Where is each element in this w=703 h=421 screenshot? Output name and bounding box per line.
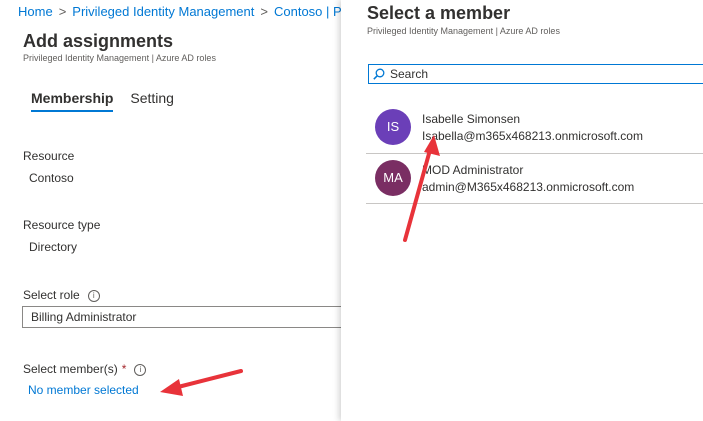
resource-type-value: Directory: [29, 240, 78, 254]
resource-type-label: Resource type: [23, 218, 101, 232]
resource-label: Resource: [23, 149, 75, 163]
select-member-panel: Select a member Privileged Identity Mana…: [341, 0, 703, 421]
member-email: Isabella@m365x468213.onmicrosoft.com: [422, 129, 643, 143]
chevron-right-icon: >: [260, 4, 268, 19]
breadcrumb-home[interactable]: Home: [18, 4, 53, 19]
no-member-selected-link[interactable]: No member selected: [28, 383, 139, 397]
member-row[interactable]: MA MOD Administrator admin@M365x468213.o…: [366, 154, 703, 204]
search-box[interactable]: [368, 64, 703, 84]
select-members-label: Select member(s): [23, 362, 118, 376]
breadcrumb-pim[interactable]: Privileged Identity Management: [72, 4, 254, 19]
tab-membership[interactable]: Membership: [31, 90, 114, 112]
select-members-label-row: Select member(s) * i: [23, 362, 147, 376]
select-role-label: Select role: [23, 288, 80, 302]
select-role-value: Billing Administrator: [31, 310, 137, 324]
panel-title: Select a member: [367, 3, 511, 23]
avatar: MA: [375, 160, 411, 196]
required-marker: *: [121, 362, 127, 376]
member-name: Isabelle Simonsen: [422, 112, 521, 126]
resource-value: Contoso: [29, 171, 74, 185]
info-icon[interactable]: i: [134, 364, 147, 376]
page-subtitle: Privileged Identity Management | Azure A…: [23, 53, 216, 63]
tab-bar: Membership Setting: [31, 90, 187, 112]
member-name: MOD Administrator: [422, 163, 524, 177]
breadcrumb: Home > Privileged Identity Management > Cont…: [18, 4, 342, 19]
tab-setting[interactable]: Setting: [130, 90, 174, 110]
breadcrumb-contoso[interactable]: Contoso | P: [274, 4, 342, 19]
page-title: Add assignments: [23, 31, 174, 51]
select-role-label-row: Select role i: [23, 288, 100, 302]
search-input[interactable]: [390, 66, 690, 82]
member-row[interactable]: IS Isabelle Simonsen Isabella@m365x46821…: [366, 104, 703, 154]
panel-subtitle: Privileged Identity Management | Azure A…: [367, 26, 560, 36]
search-icon: [373, 68, 385, 80]
avatar: IS: [375, 109, 411, 145]
select-role-dropdown[interactable]: Billing Administrator: [22, 306, 341, 328]
chevron-right-icon: >: [58, 4, 67, 19]
info-icon[interactable]: i: [87, 290, 100, 302]
member-email: admin@M365x468213.onmicrosoft.com: [422, 180, 635, 194]
add-assignments-blade: Home > Privileged Identity Management > Cont…: [0, 0, 342, 421]
